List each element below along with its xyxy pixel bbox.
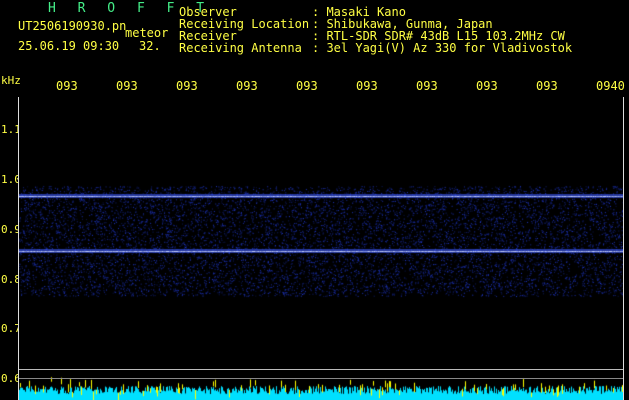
frequency-marker-line [19,378,623,379]
x-tick-label: 093 [476,79,498,93]
x-tick-label: 093 [176,79,198,93]
frequency-unit: kHz [1,74,21,87]
date-time: 25.06.19 09:30 [18,39,120,53]
spectrogram-canvas [19,97,623,400]
x-tick-label: 093 [356,79,378,93]
info-label-antenna: Receiving Antenna [179,41,302,55]
file-name: UT2506190930.pn [18,19,127,33]
x-tick-label: 0940 [596,79,625,93]
x-tick-label: 093 [56,79,78,93]
x-tick-label: 093 [236,79,258,93]
spectrogram-plot [18,97,624,400]
header: H R O F F T UT2506190930.pn meteor 25.06… [0,0,629,78]
x-tick-label: 093 [536,79,558,93]
x-tick-label: 093 [296,79,318,93]
x-tick-label: 093 [116,79,138,93]
frequency-marker-line [19,369,623,370]
detection-count: 32. [139,39,161,53]
detection-tag: meteor [125,26,169,40]
x-tick-label: 093 [416,79,438,93]
info-value-antenna: : 3el Yagi(V) Az 330 for Vladivostok [312,41,573,55]
